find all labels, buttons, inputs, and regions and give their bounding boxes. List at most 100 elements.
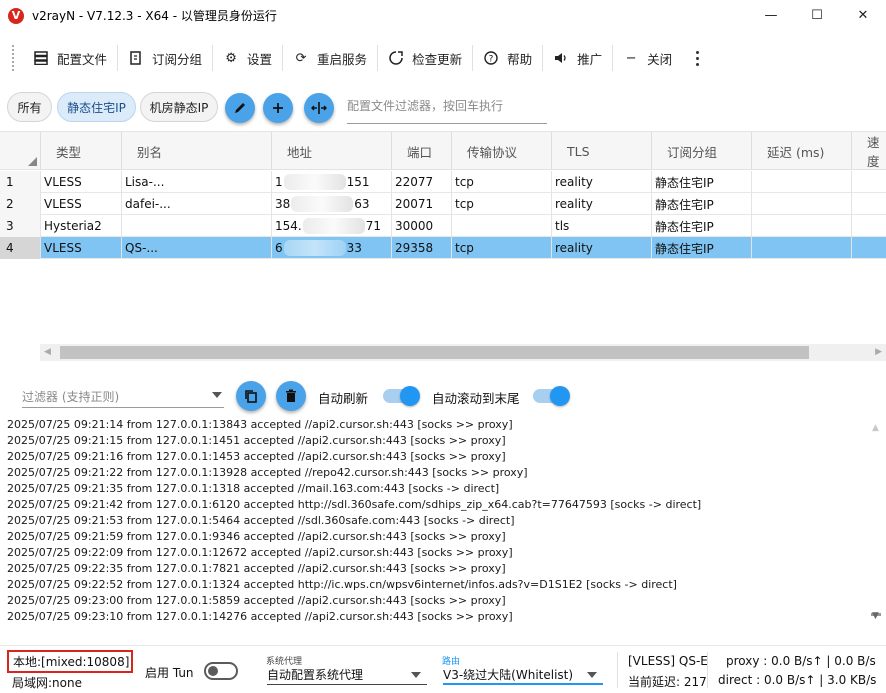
maximize-button[interactable]: ☐ bbox=[794, 0, 840, 31]
log-vertical-scrollbar[interactable]: ▲ ▼ bbox=[866, 417, 886, 627]
group-chip-all[interactable]: 所有 bbox=[7, 92, 52, 122]
add-group-button[interactable] bbox=[263, 93, 293, 123]
plus-icon bbox=[273, 103, 283, 113]
auto-refresh-toggle[interactable] bbox=[383, 386, 420, 406]
auto-scroll-toggle[interactable] bbox=[533, 386, 570, 406]
cell-port: 29358 bbox=[392, 237, 452, 259]
log-output[interactable]: ▲ ▼ 2025/07/25 09:21:14 from 127.0.0.1:1… bbox=[0, 417, 886, 627]
table-horizontal-scrollbar[interactable]: ◀ ▶ bbox=[40, 344, 886, 361]
address-prefix: 154. bbox=[275, 219, 302, 233]
table-row[interactable]: 4 VLESS QS-... 6 33 29358 tcp reality 静态住宅IP bbox=[0, 237, 886, 259]
scrollbar-thumb[interactable] bbox=[60, 346, 809, 359]
cell-index: 2 bbox=[0, 193, 41, 215]
auto-refresh-label: 自动刷新 bbox=[318, 391, 369, 406]
check-update-label: 检查更新 bbox=[412, 51, 463, 67]
window-title: v2rayN - V7.12.3 - X64 - 以管理员身份运行 bbox=[32, 9, 277, 23]
more-options-icon[interactable] bbox=[688, 49, 706, 67]
log-filter-placeholder: 过滤器 (支持正则) bbox=[22, 390, 120, 404]
direct-speed: direct : 0.0 B/s↑ | 3.0 KB/s bbox=[718, 673, 877, 687]
routing-select[interactable]: V3-绕过大陆(Whitelist) bbox=[443, 665, 603, 685]
table-row[interactable]: 2 VLESS dafei-... 38 63 20071 tcp reality 静态住宅IP bbox=[0, 193, 886, 215]
address-suffix: 33 bbox=[346, 241, 362, 255]
log-controls: 过滤器 (支持正则) 自动刷新 自动滚动到末尾 bbox=[0, 378, 886, 414]
close-app-button[interactable]: − 关闭 bbox=[613, 40, 682, 76]
check-update-button[interactable]: 检查更新 bbox=[378, 40, 472, 76]
group-chip-datacenter-static[interactable]: 机房静态IP bbox=[140, 92, 218, 122]
cell-type: VLESS bbox=[41, 193, 122, 215]
scroll-up-icon[interactable]: ▲ bbox=[872, 423, 879, 433]
column-header-address[interactable]: 地址 bbox=[272, 132, 392, 170]
cell-delay bbox=[752, 237, 852, 259]
subscription-icon bbox=[128, 50, 144, 66]
column-header-network[interactable]: 传输协议 bbox=[452, 132, 552, 170]
close-button[interactable]: ✕ bbox=[840, 0, 886, 31]
current-server: [VLESS] QS-E bbox=[628, 654, 708, 668]
status-separator bbox=[707, 652, 708, 688]
column-header-port[interactable]: 端口 bbox=[392, 132, 452, 170]
scroll-left-icon[interactable]: ◀ bbox=[44, 347, 51, 357]
tun-toggle[interactable] bbox=[204, 662, 238, 680]
copy-log-button[interactable] bbox=[236, 381, 266, 411]
address-suffix: 151 bbox=[346, 175, 370, 189]
promotion-button[interactable]: 推广 bbox=[543, 40, 612, 76]
settings-menu-label: 设置 bbox=[247, 51, 273, 67]
minimize-button[interactable]: — bbox=[748, 0, 794, 31]
cell-network: tcp bbox=[452, 237, 552, 259]
profile-filter-input[interactable]: 配置文件过滤器，按回车执行 bbox=[347, 92, 547, 124]
redacted-address-blur bbox=[283, 174, 346, 190]
group-chip-static-residential[interactable]: 静态住宅IP bbox=[57, 92, 136, 122]
redacted-address-blur bbox=[291, 196, 354, 212]
cell-alias: Lisa-... bbox=[122, 171, 272, 193]
cell-type: VLESS bbox=[41, 237, 122, 259]
restart-service-button[interactable]: ⟳ 重启服务 bbox=[283, 40, 377, 76]
table-row[interactable]: 3 Hysteria2 154. 71 30000 tls 静态住宅IP bbox=[0, 215, 886, 237]
edit-group-button[interactable] bbox=[225, 93, 255, 123]
settings-menu-button[interactable]: ⚙ 设置 bbox=[213, 40, 282, 76]
move-horizontal-icon bbox=[311, 102, 327, 114]
scroll-right-icon[interactable]: ▶ bbox=[875, 347, 882, 357]
table-corner[interactable] bbox=[0, 132, 41, 170]
update-icon bbox=[388, 50, 404, 66]
cell-alias: QS-... bbox=[122, 237, 272, 259]
address-suffix: 71 bbox=[365, 219, 381, 233]
column-header-tls[interactable]: TLS bbox=[552, 132, 652, 170]
subscription-menu-button[interactable]: 订阅分组 bbox=[118, 40, 212, 76]
table-body: 1 VLESS Lisa-... 1 151 22077 tcp reality 静态住宅IP 2… bbox=[0, 171, 886, 259]
column-header-type[interactable]: 类型 bbox=[41, 132, 122, 170]
scroll-down-icon[interactable]: ▼ bbox=[872, 611, 879, 621]
svg-text:?: ? bbox=[489, 55, 494, 65]
cell-subscription: 静态住宅IP bbox=[652, 193, 752, 215]
sysproxy-select[interactable]: 自动配置系统代理 bbox=[267, 665, 427, 685]
column-header-subscription[interactable]: 订阅分组 bbox=[652, 132, 752, 170]
profiles-menu-button[interactable]: 配置文件 bbox=[23, 40, 117, 76]
cell-delay bbox=[752, 171, 852, 193]
cell-delay bbox=[752, 193, 852, 215]
move-group-button[interactable] bbox=[304, 93, 334, 123]
status-bar: 本地:[mixed:10808] 局域网:none 启用 Tun 系统代理 自动… bbox=[0, 645, 886, 693]
address-prefix: 38 bbox=[275, 197, 291, 211]
main-toolbar: 配置文件 订阅分组 ⚙ 设置 ⟳ 重启服务 检查更新 ? 帮助 推广 − 关闭 bbox=[0, 38, 886, 78]
v2rayn-logo-icon: V bbox=[8, 7, 24, 24]
column-header-speed[interactable]: 速度 bbox=[852, 132, 886, 170]
log-filter-combobox[interactable]: 过滤器 (支持正则) bbox=[22, 386, 224, 408]
cell-tls: reality bbox=[552, 237, 652, 259]
log-line: 2025/07/25 09:21:59 from 127.0.0.1:9346 … bbox=[7, 530, 506, 543]
cell-subscription: 静态住宅IP bbox=[652, 237, 752, 259]
current-delay: 当前延迟: 217 bbox=[628, 675, 707, 689]
server-icon bbox=[33, 50, 49, 66]
table-row[interactable]: 1 VLESS Lisa-... 1 151 22077 tcp reality 静态住宅IP bbox=[0, 171, 886, 193]
column-header-alias[interactable]: 别名 bbox=[122, 132, 272, 170]
cell-address: 38 63 bbox=[272, 193, 392, 215]
group-filter-row: 所有 静态住宅IP 机房静态IP 配置文件过滤器，按回车执行 bbox=[0, 88, 886, 126]
help-button[interactable]: ? 帮助 bbox=[473, 40, 542, 76]
log-line: 2025/07/25 09:22:09 from 127.0.0.1:12672… bbox=[7, 546, 513, 559]
subscription-menu-label: 订阅分组 bbox=[152, 51, 203, 67]
log-line: 2025/07/25 09:21:14 from 127.0.0.1:13843… bbox=[7, 418, 513, 431]
trash-icon bbox=[286, 389, 296, 402]
log-line: 2025/07/25 09:22:35 from 127.0.0.1:7821 … bbox=[7, 562, 506, 575]
cell-port: 30000 bbox=[392, 215, 452, 237]
cell-delay bbox=[752, 215, 852, 237]
clear-log-button[interactable] bbox=[276, 381, 306, 411]
column-header-delay[interactable]: 延迟 (ms) bbox=[752, 132, 852, 170]
cell-speed bbox=[852, 215, 886, 237]
